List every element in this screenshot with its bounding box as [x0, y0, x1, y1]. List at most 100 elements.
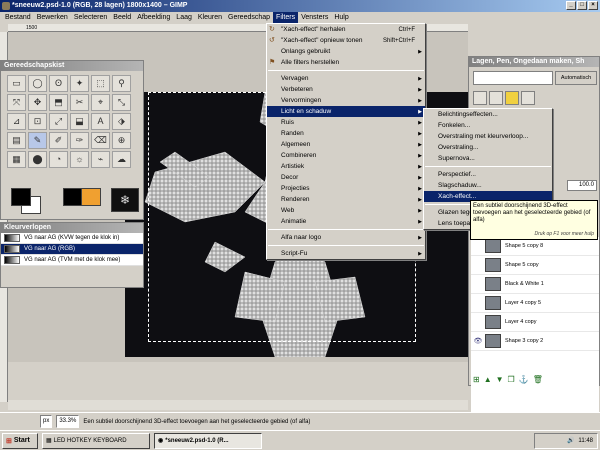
gradient-item-selected[interactable]: VG naar AG (RGB) — [1, 244, 143, 255]
fg-color-preview[interactable] — [63, 188, 83, 206]
perspective-tool-icon[interactable]: ⊡ — [28, 113, 47, 130]
layer-row[interactable]: 👁 Shape 3 copy 2 — [471, 332, 599, 351]
submenu-script-fu[interactable]: Script-Fu ▶ — [267, 248, 425, 259]
paintbrush-tool-icon[interactable]: ✐ — [49, 132, 68, 149]
layer-row[interactable]: Layer 4 copy — [471, 313, 599, 332]
paths-tool-icon[interactable]: ⤧ — [7, 94, 26, 111]
volume-icon[interactable]: 🔊 — [567, 437, 574, 444]
bg-color-preview[interactable] — [81, 188, 101, 206]
close-button[interactable]: × — [588, 1, 598, 10]
flip-tool-icon[interactable]: ⤢ — [49, 113, 68, 130]
layer-row[interactable]: Layer 4 copy 5 — [471, 294, 599, 313]
align-tool-icon[interactable]: ⬒ — [49, 94, 68, 111]
crop-tool-icon[interactable]: ✂ — [70, 94, 89, 111]
submenu-alfa-naar-logo[interactable]: Alfa naar logo ▶ — [267, 232, 425, 243]
window-titlebar[interactable]: *sneeuw2.psd-1.0 (RGB, 28 lagen) 1800x14… — [0, 0, 600, 12]
visibility-eye-icon[interactable]: 👁 — [471, 337, 485, 345]
submenu-web[interactable]: Web ▶ — [267, 205, 425, 216]
raise-layer-icon[interactable]: ▲ — [484, 375, 492, 384]
bucket-fill-tool-icon[interactable]: ⬗ — [112, 113, 131, 130]
color-select-tool-icon[interactable]: ⬚ — [91, 75, 110, 92]
task-led-keyboard[interactable]: ▦ LED HOTKEY KEYBOARD — [42, 432, 150, 449]
submenu-randen[interactable]: Randen ▶ — [267, 128, 425, 139]
zoom-select[interactable]: 33.3% — [56, 415, 80, 428]
reset-filters-item[interactable]: ⚑ Alle filters herstellen — [267, 57, 425, 68]
free-select-tool-icon[interactable]: ʘ — [49, 75, 68, 92]
drop-shadow-item[interactable]: Slagschaduw... — [424, 180, 552, 191]
supernova-item[interactable]: Supernova... — [424, 153, 552, 164]
layer-row[interactable]: Black & White 1 — [471, 275, 599, 294]
start-button[interactable]: ⊞ Start — [2, 432, 38, 449]
layers-title[interactable]: Lagen, Pen, Ongedaan maken, Sh — [469, 57, 599, 67]
move-tool-icon[interactable]: ✥ — [28, 94, 47, 111]
menu-bestand[interactable]: Bestand — [2, 12, 34, 24]
layer-row[interactable]: Shape 5 copy — [471, 256, 599, 275]
layers-tab-icon[interactable] — [473, 91, 487, 105]
reshow-filter-item[interactable]: ↺ "Xach-effect" opnieuw tonen Shift+Ctrl+F — [267, 35, 425, 46]
submenu-animatie[interactable]: Animatie ▶ — [267, 216, 425, 227]
measure-tool-icon[interactable]: ☁ — [112, 151, 131, 168]
submenu-decor[interactable]: Decor ▶ — [267, 172, 425, 183]
recent-filters-item[interactable]: Onlangs gebruikt ▶ — [267, 46, 425, 57]
lens-flare-item[interactable]: Overstraling... — [424, 142, 552, 153]
submenu-vervormingen[interactable]: Vervormingen ▶ — [267, 95, 425, 106]
menu-beeld[interactable]: Beeld — [110, 12, 134, 24]
scissors-select-tool-icon[interactable]: ⚲ — [112, 75, 131, 92]
gradient-item[interactable]: VG naar AG (KVW tegen de klok in) — [1, 233, 143, 244]
submenu-verbeteren[interactable]: Verbeteren ▶ — [267, 84, 425, 95]
lighting-effects-item[interactable]: Belichtingseffecten... — [424, 109, 552, 120]
snowflake-brush-icon[interactable]: ❄ — [111, 188, 139, 212]
foreground-color-swatch[interactable] — [11, 188, 31, 206]
submenu-vervagen[interactable]: Vervagen ▶ — [267, 73, 425, 84]
clone-tool-icon[interactable]: ⊕ — [112, 132, 131, 149]
submenu-algemeen[interactable]: Algemeen ▶ — [267, 139, 425, 150]
horizontal-scrollbar[interactable] — [8, 400, 468, 410]
ellipse-select-tool-icon[interactable]: ◯ — [28, 75, 47, 92]
sparkle-item[interactable]: Fonkelen... — [424, 120, 552, 131]
delete-layer-icon[interactable]: 🗑 — [533, 375, 543, 384]
submenu-renderen[interactable]: Renderen ▶ — [267, 194, 425, 205]
smudge-tool-icon[interactable]: ⌁ — [91, 151, 110, 168]
submenu-licht-en-schaduw[interactable]: Licht en schaduw ▶ — [267, 106, 425, 117]
blend-tool-icon[interactable]: ▤ — [7, 132, 26, 149]
auto-button[interactable]: Automatisch — [555, 71, 597, 85]
undo-tab-icon[interactable] — [521, 91, 535, 105]
eraser-tool-icon[interactable]: ⌫ — [91, 132, 110, 149]
submenu-combineren[interactable]: Combineren ▶ — [267, 150, 425, 161]
blur-tool-icon[interactable]: ◔ — [49, 151, 68, 168]
minimize-button[interactable]: _ — [566, 1, 576, 10]
maximize-button[interactable]: □ — [577, 1, 587, 10]
menu-afbeelding[interactable]: Afbeelding — [134, 12, 173, 24]
repeat-filter-item[interactable]: ↻ "Xach-effect" herhalen Ctrl+F — [267, 24, 425, 35]
text-tool-icon[interactable]: A — [91, 113, 110, 130]
duplicate-layer-icon[interactable]: ❐ — [508, 375, 515, 384]
dodge-burn-tool-icon[interactable]: ☼ — [70, 151, 89, 168]
pencil-tool-icon[interactable]: ✎ — [28, 132, 47, 149]
paths-tab-icon[interactable] — [505, 91, 519, 105]
channels-tab-icon[interactable] — [489, 91, 503, 105]
menu-laag[interactable]: Laag — [173, 12, 195, 24]
menu-kleuren[interactable]: Kleuren — [195, 12, 225, 24]
gradient-item[interactable]: VG naar AG (TVM met de klok mee) — [1, 255, 143, 266]
rect-select-tool-icon[interactable]: ▭ — [7, 75, 26, 92]
new-layer-icon[interactable]: ⊞ — [473, 375, 480, 384]
opacity-field[interactable]: 100.0 — [567, 180, 597, 191]
gradients-title[interactable]: Kleurverlopen — [1, 223, 143, 233]
anchor-layer-icon[interactable]: ⚓ — [519, 375, 529, 384]
airbrush-tool-icon[interactable]: ✑ — [70, 132, 89, 149]
lower-layer-icon[interactable]: ▼ — [496, 375, 504, 384]
toolbox-title[interactable]: Gereedschapskist — [1, 61, 143, 71]
ink-tool-icon[interactable]: ⬤ — [28, 151, 47, 168]
heal-tool-icon[interactable]: ▦ — [7, 151, 26, 168]
shear-tool-icon[interactable]: ⊿ — [7, 113, 26, 130]
perspective-item[interactable]: Perspectief... — [424, 169, 552, 180]
task-gimp[interactable]: ◉ *sneeuw2.psd-1.0 (R... — [154, 432, 262, 449]
menu-selecteren[interactable]: Selecteren — [71, 12, 110, 24]
color-picker-tool-icon[interactable]: ⌖ — [91, 94, 110, 111]
fuzzy-select-tool-icon[interactable]: ✦ — [70, 75, 89, 92]
gradient-flare-item[interactable]: Overstraling met kleurverloop... — [424, 131, 552, 142]
scale-tool-icon[interactable]: ⤡ — [112, 94, 131, 111]
submenu-artistiek[interactable]: Artistiek ▶ — [267, 161, 425, 172]
image-select-dropdown[interactable] — [473, 71, 553, 85]
submenu-ruis[interactable]: Ruis ▶ — [267, 117, 425, 128]
